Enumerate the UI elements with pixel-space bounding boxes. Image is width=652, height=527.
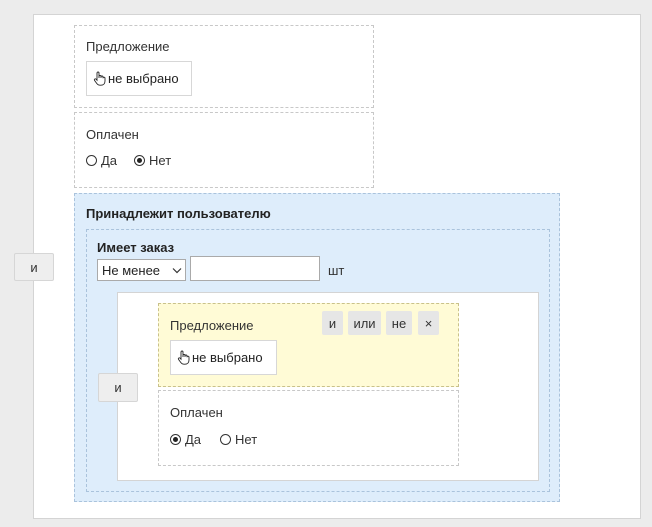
- paid-radio-group: Да Нет: [86, 153, 171, 168]
- radio-circle-icon: [86, 155, 97, 166]
- radio-circle-icon: [220, 434, 232, 445]
- and-operator-button[interactable]: и: [14, 253, 54, 281]
- comparator-select[interactable]: Не менее: [97, 259, 186, 281]
- add-and-button[interactable]: и: [322, 311, 343, 335]
- condition-label: Оплачен: [86, 127, 139, 142]
- offer-picker-value: не выбрано: [192, 350, 263, 365]
- radio-selected-icon: [134, 155, 146, 166]
- offer-picker[interactable]: не выбрано: [170, 340, 277, 375]
- order-count-input[interactable]: [190, 256, 320, 281]
- add-not-button[interactable]: не: [386, 311, 412, 335]
- condition-label: Предложение: [170, 318, 254, 333]
- inner-group: и Предложение и или не × не выбрано Опла…: [98, 292, 539, 481]
- condition-label: Предложение: [86, 39, 170, 54]
- has-order-title: Имеет заказ: [97, 240, 175, 255]
- unit-label: шт: [328, 263, 345, 278]
- condition-label: Оплачен: [170, 405, 223, 420]
- condition-paid: Оплачен Да Нет: [74, 112, 374, 188]
- paid-radio-group: Да Нет: [170, 432, 257, 447]
- radio-yes[interactable]: Да: [170, 432, 201, 447]
- radio-yes[interactable]: Да: [86, 153, 117, 168]
- remove-button[interactable]: ×: [418, 311, 439, 335]
- offer-picker[interactable]: не выбрано: [86, 61, 192, 96]
- hand-pointer-icon: [93, 71, 106, 86]
- condition-has-order: Имеет заказ Не менее шт и Предложение и …: [86, 229, 550, 492]
- radio-no[interactable]: Нет: [134, 153, 171, 168]
- offer-picker-value: не выбрано: [108, 71, 179, 86]
- hand-pointer-icon: [177, 350, 190, 365]
- condition-offer: Предложение не выбрано: [74, 25, 374, 108]
- belongs-title: Принадлежит пользователю: [86, 206, 271, 221]
- and-operator-button[interactable]: и: [98, 373, 138, 402]
- radio-selected-icon: [170, 434, 181, 445]
- chevron-down-icon: [172, 267, 182, 274]
- condition-paid: Оплачен Да Нет: [158, 390, 459, 466]
- add-or-button[interactable]: или: [348, 311, 381, 335]
- radio-no[interactable]: Нет: [220, 432, 257, 447]
- condition-belongs-to-user: Принадлежит пользователю Имеет заказ Не …: [74, 193, 560, 502]
- condition-offer: Предложение и или не × не выбрано: [158, 303, 459, 387]
